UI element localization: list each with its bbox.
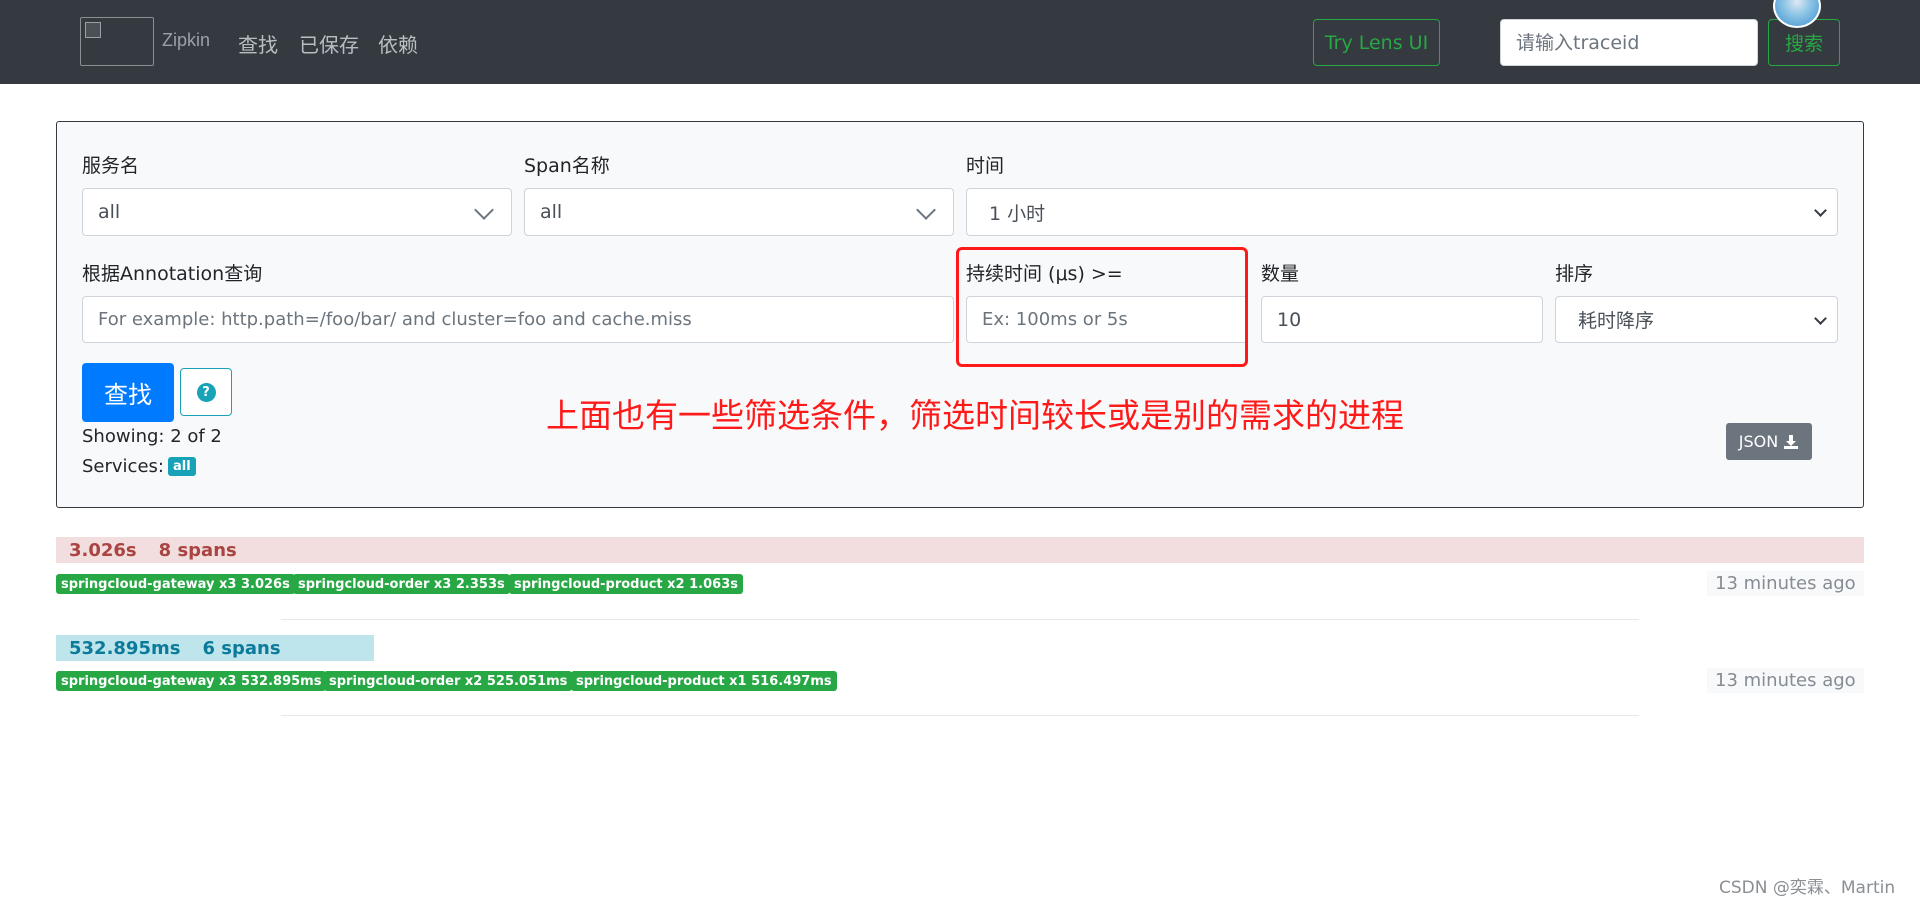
top-navbar: Zipkin 查找 已保存 依赖 Try Lens UI 搜索 <box>0 0 1920 84</box>
span-name-label: Span名称 <box>524 155 610 177</box>
trace-timestamp: 13 minutes ago <box>1707 571 1864 596</box>
service-tag-product[interactable]: springcloud-product x2 1.063s <box>509 574 743 594</box>
services-summary: Services: all <box>82 456 196 477</box>
trace-span-count: 8 spans <box>158 539 237 561</box>
row-divider <box>281 619 1639 620</box>
download-icon <box>1784 434 1799 449</box>
limit-input[interactable]: 10 <box>1261 296 1543 343</box>
annotation-note: 上面也有一些筛选条件，筛选时间较长或是别的需求的进程 <box>546 396 1404 435</box>
chevron-down-icon <box>916 200 936 220</box>
sort-label: 排序 <box>1555 263 1594 285</box>
duration-highlight-box <box>956 247 1248 367</box>
service-tag-gateway[interactable]: springcloud-gateway x3 532.895ms <box>56 671 327 691</box>
annotation-query-label: 根据Annotation查询 <box>82 263 263 285</box>
service-name-select[interactable]: all <box>82 188 512 236</box>
service-tag-gateway[interactable]: springcloud-gateway x3 3.026s <box>56 574 295 594</box>
results-count: Showing: 2 of 2 <box>82 426 222 447</box>
service-tag-order[interactable]: springcloud-order x2 525.051ms <box>324 671 573 691</box>
services-label: Services: <box>82 456 164 477</box>
sort-order-select[interactable]: 耗时降序 <box>1555 296 1838 343</box>
csdn-watermark: CSDN @奕霖、Martin <box>1719 878 1896 898</box>
service-name-value: all <box>98 201 121 223</box>
time-label: 时间 <box>966 155 1005 177</box>
chevron-down-icon <box>1814 204 1827 217</box>
json-download-button[interactable]: JSON <box>1726 423 1812 460</box>
trace-duration: 532.895ms <box>69 637 181 659</box>
service-tag-order[interactable]: springcloud-order x3 2.353s <box>293 574 510 594</box>
traceid-input[interactable] <box>1500 19 1758 66</box>
try-lens-ui-button[interactable]: Try Lens UI <box>1313 19 1440 66</box>
span-name-select[interactable]: all <box>524 188 954 236</box>
json-button-label: JSON <box>1738 432 1779 451</box>
chevron-down-icon <box>474 200 494 220</box>
trace-span-count: 6 spans <box>202 637 281 659</box>
time-range-value: 1 小时 <box>989 202 1046 225</box>
service-name-label: 服务名 <box>82 155 140 177</box>
limit-label: 数量 <box>1261 263 1300 285</box>
sort-order-value: 耗时降序 <box>1578 310 1655 332</box>
chevron-down-icon <box>1814 312 1827 325</box>
question-icon: ? <box>196 382 216 402</box>
service-tag-product[interactable]: springcloud-product x1 516.497ms <box>571 671 837 691</box>
row-divider <box>281 715 1639 716</box>
limit-value: 10 <box>1277 308 1302 331</box>
trace-duration-bar[interactable]: 3.026s 8 spans <box>56 537 1864 563</box>
service-badge-all[interactable]: all <box>167 457 196 476</box>
nav-link-saved[interactable]: 已保存 <box>299 29 359 58</box>
brand-name[interactable]: Zipkin <box>162 30 210 51</box>
nav-link-dependencies[interactable]: 依赖 <box>378 29 418 58</box>
nav-link-find[interactable]: 查找 <box>238 29 278 58</box>
trace-duration: 3.026s <box>69 539 137 561</box>
time-range-select[interactable]: 1 小时 <box>966 188 1838 236</box>
zipkin-logo-image[interactable] <box>80 17 154 66</box>
help-button[interactable]: ? <box>180 368 232 416</box>
trace-duration-bar[interactable]: 532.895ms 6 spans <box>56 635 374 661</box>
annotation-query-input[interactable] <box>82 296 954 343</box>
span-name-value: all <box>540 201 563 223</box>
find-traces-button[interactable]: 查找 <box>82 363 174 422</box>
trace-timestamp: 13 minutes ago <box>1707 668 1864 693</box>
